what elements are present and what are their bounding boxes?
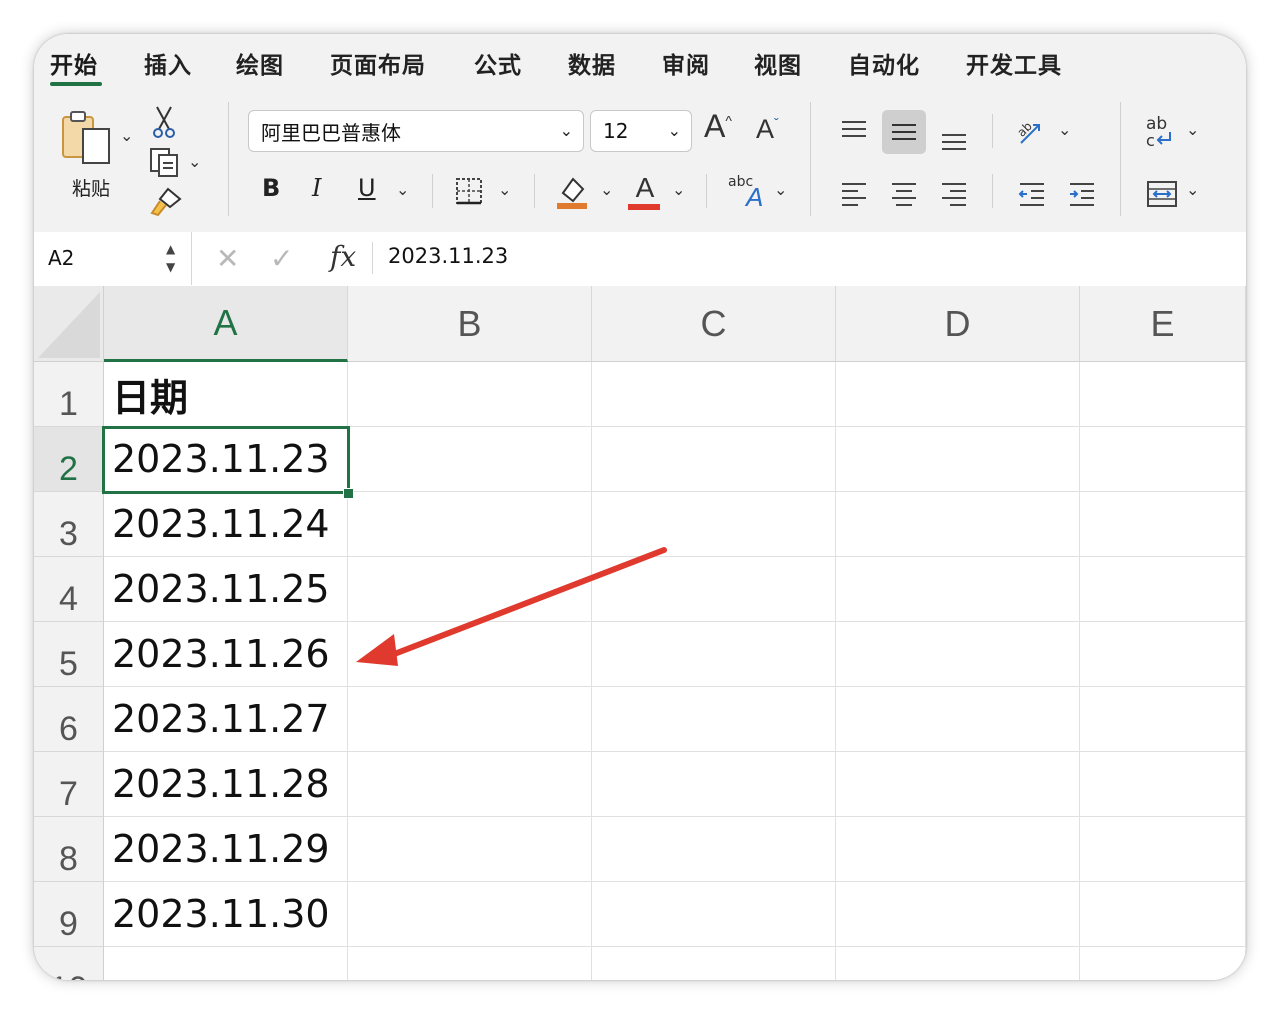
ribbon-divider [534, 174, 535, 208]
paste-icon[interactable] [56, 106, 118, 168]
formula-divider [372, 242, 373, 274]
font-color-dropdown-chevron-icon[interactable]: ⌄ [672, 180, 685, 199]
align-top-icon[interactable] [834, 112, 874, 152]
font-name-value: 阿里巴巴普惠体 [261, 120, 401, 145]
fill-color-icon[interactable] [554, 172, 590, 212]
tab-data[interactable]: 数据 [568, 46, 616, 80]
phonetic-guide-button[interactable]: abc A [728, 174, 772, 214]
cut-icon[interactable] [150, 104, 178, 140]
ribbon-divider [992, 114, 993, 148]
svg-text:ab: ab [1015, 119, 1035, 139]
tab-developer[interactable]: 开发工具 [966, 46, 1062, 80]
tab-view[interactable]: 视图 [754, 46, 802, 80]
increase-font-size-button[interactable]: A^ [704, 108, 732, 145]
svg-text:c: c [1146, 131, 1155, 150]
font-color-swatch [628, 204, 660, 210]
text-orientation-icon[interactable]: ab [1012, 112, 1052, 152]
ribbon-divider [706, 174, 707, 208]
tab-formulas[interactable]: 公式 [474, 46, 522, 80]
excel-window: 开始 插入 绘图 页面布局 公式 数据 审阅 视图 自动化 开发工具 ⌄ 粘贴 [34, 34, 1246, 980]
tab-draw[interactable]: 绘图 [236, 46, 284, 80]
bold-button[interactable]: B [262, 174, 280, 202]
formula-bar: A2 ▲ ▼ ✕ ✓ fx 2023.11.23 [34, 232, 1246, 287]
phonetic-dropdown-chevron-icon[interactable]: ⌄ [774, 180, 787, 199]
ribbon: 开始 插入 绘图 页面布局 公式 数据 审阅 视图 自动化 开发工具 ⌄ 粘贴 [34, 34, 1246, 232]
ribbon-divider [1120, 102, 1121, 216]
active-tab-indicator [50, 82, 102, 86]
underline-button[interactable]: U [358, 174, 376, 202]
name-box-stepper[interactable]: ▲ ▼ [166, 240, 175, 276]
confirm-icon[interactable]: ✓ [270, 242, 293, 275]
borders-icon[interactable] [452, 174, 486, 208]
align-middle-icon[interactable] [882, 110, 926, 154]
font-size-dropdown[interactable]: 12 ⌄ [590, 110, 692, 152]
ribbon-divider [228, 102, 229, 216]
italic-button[interactable]: I [312, 174, 321, 202]
paste-dropdown-chevron-icon[interactable]: ⌄ [120, 126, 133, 145]
tab-page-layout[interactable]: 页面布局 [330, 46, 426, 80]
chevron-down-icon: ⌄ [559, 121, 573, 140]
decrease-indent-icon[interactable] [1012, 174, 1052, 214]
fill-color-dropdown-chevron-icon[interactable]: ⌄ [600, 180, 613, 199]
annotation-arrow [356, 547, 667, 666]
sheet-grid: A B C D E 1 日期 2 2023.11.23 3 2023.11.24 4 2023… [34, 286, 1246, 980]
align-bottom-icon[interactable] [934, 118, 974, 158]
tab-review[interactable]: 审阅 [662, 46, 710, 80]
abc-glyph: A [746, 182, 764, 212]
chevron-down-icon: ⌄ [667, 121, 681, 140]
align-center-icon[interactable] [884, 174, 924, 214]
font-color-glyph: A [635, 172, 655, 203]
wrap-text-button[interactable]: ab c [1144, 114, 1184, 154]
underline-dropdown-chevron-icon[interactable]: ⌄ [396, 180, 409, 199]
format-painter-icon[interactable] [148, 186, 184, 218]
orientation-dropdown-chevron-icon[interactable]: ⌄ [1058, 120, 1071, 139]
formula-input[interactable]: 2023.11.23 [388, 244, 508, 268]
decrease-font-size-button[interactable]: Aˇ [756, 114, 779, 145]
ribbon-divider [992, 174, 993, 208]
name-box-value: A2 [48, 246, 75, 270]
ribbon-divider [432, 174, 433, 208]
merge-dropdown-chevron-icon[interactable]: ⌄ [1186, 180, 1199, 199]
paste-label[interactable]: 粘贴 [72, 174, 110, 201]
cancel-icon[interactable]: ✕ [216, 242, 239, 275]
copy-dropdown-chevron-icon[interactable]: ⌄ [188, 152, 201, 171]
ribbon-tabs: 开始 插入 绘图 页面布局 公式 数据 审阅 视图 自动化 开发工具 [34, 34, 1246, 90]
insert-function-button[interactable]: fx [330, 240, 356, 273]
ribbon-divider [810, 102, 811, 216]
font-size-value: 12 [603, 119, 629, 143]
grow-font-glyph: A [704, 108, 726, 144]
align-left-icon[interactable] [834, 174, 874, 214]
borders-dropdown-chevron-icon[interactable]: ⌄ [498, 180, 511, 199]
tab-automate[interactable]: 自动化 [848, 46, 920, 80]
font-color-button[interactable]: A [628, 172, 662, 212]
shrink-font-glyph: A [756, 114, 775, 144]
tab-insert[interactable]: 插入 [144, 46, 192, 80]
increase-indent-icon[interactable] [1062, 174, 1102, 214]
tab-home[interactable]: 开始 [50, 46, 98, 80]
copy-icon[interactable] [146, 144, 184, 180]
font-name-dropdown[interactable]: 阿里巴巴普惠体 ⌄ [248, 110, 584, 152]
merge-center-icon[interactable] [1142, 174, 1182, 214]
wrap-dropdown-chevron-icon[interactable]: ⌄ [1186, 120, 1199, 139]
align-right-icon[interactable] [934, 174, 974, 214]
